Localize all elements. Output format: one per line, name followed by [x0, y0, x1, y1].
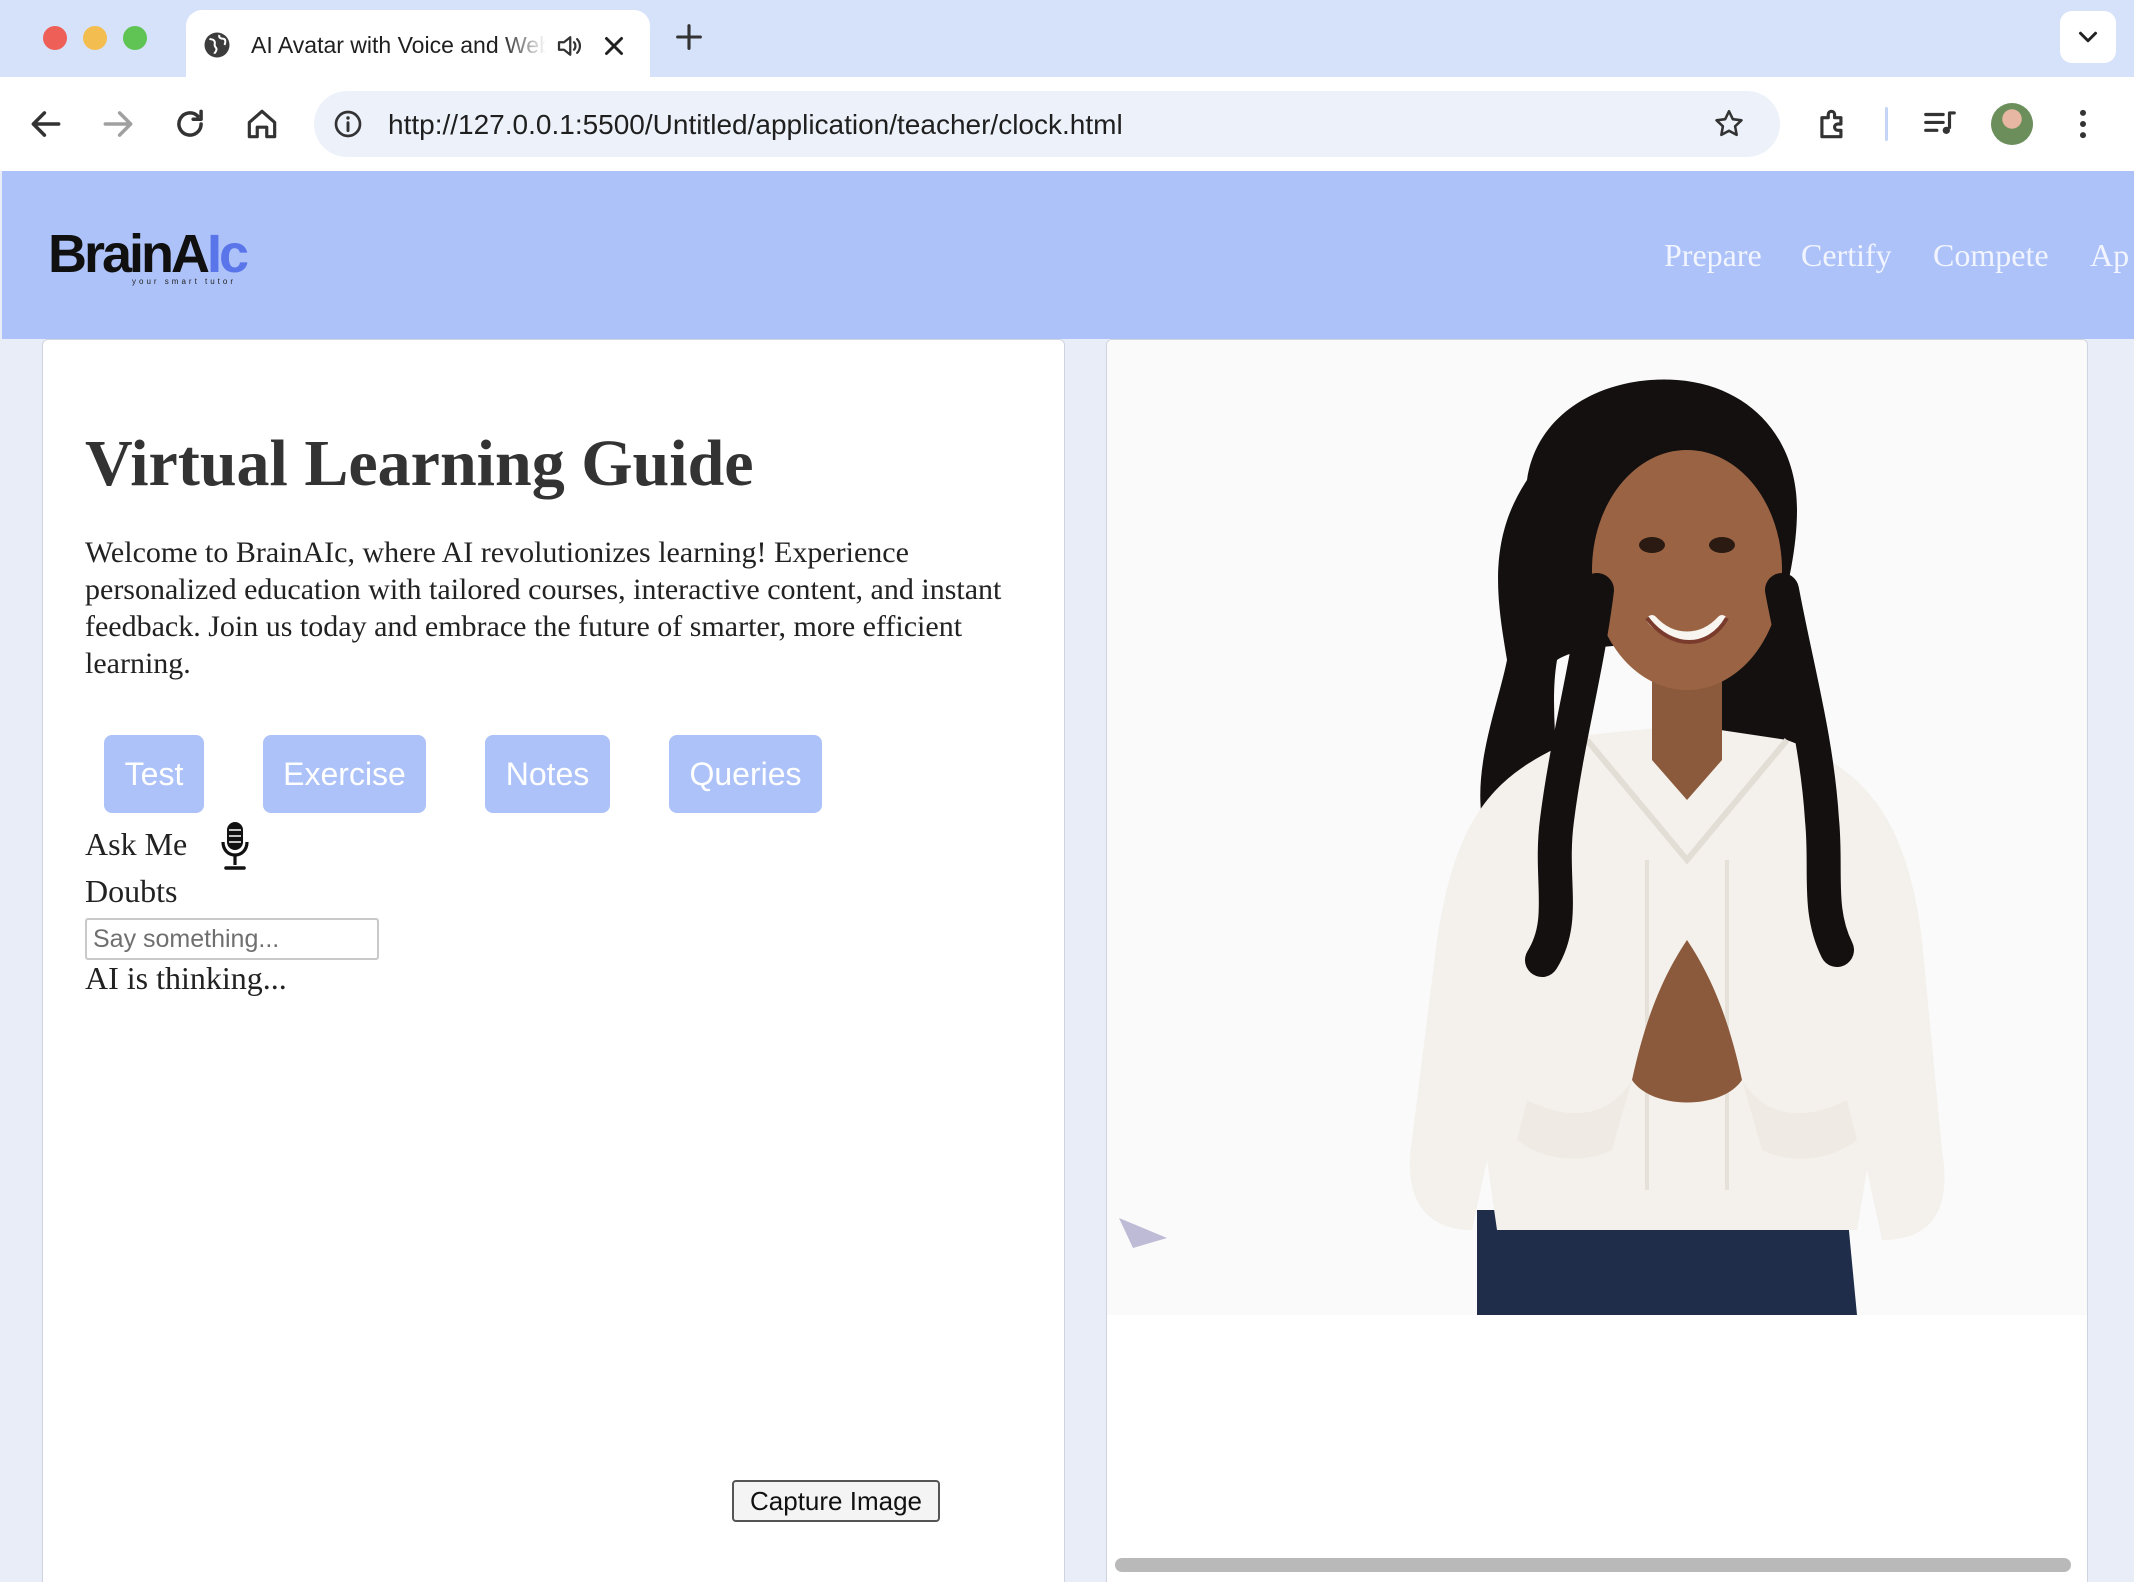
- bookmark-star-icon[interactable]: [1712, 107, 1746, 141]
- new-tab-icon[interactable]: [672, 20, 706, 54]
- close-tab-icon[interactable]: [599, 31, 629, 61]
- logo-text: BrainA: [48, 224, 210, 284]
- intro-text: Welcome to BrainAIc, where AI revolution…: [85, 536, 1002, 680]
- tab-search-button[interactable]: [2060, 11, 2116, 63]
- web-page: BrainAIc your smart tutor Prepare Certif…: [0, 171, 2134, 1582]
- nav-ap[interactable]: Ap: [2090, 237, 2129, 274]
- notes-button[interactable]: Notes: [485, 735, 610, 813]
- tab-title: AI Avatar with Voice and Web: [251, 32, 546, 58]
- forward-icon[interactable]: [99, 105, 137, 143]
- reload-icon[interactable]: [171, 105, 209, 143]
- audio-playing-icon[interactable]: [554, 31, 584, 61]
- nav-prepare[interactable]: Prepare: [1664, 237, 1762, 274]
- more-menu-icon[interactable]: [2064, 105, 2102, 143]
- window-close-control[interactable]: [43, 26, 67, 50]
- queries-button[interactable]: Queries: [669, 735, 822, 813]
- test-button[interactable]: Test: [104, 735, 204, 813]
- home-icon[interactable]: [243, 105, 281, 143]
- guide-panel: Virtual Learning Guide Welcome to BrainA…: [42, 339, 1065, 1582]
- brainaic-logo[interactable]: BrainAIc your smart tutor: [48, 223, 278, 293]
- back-icon[interactable]: [27, 105, 65, 143]
- logo-tagline: your smart tutor: [132, 277, 237, 286]
- profile-avatar[interactable]: [1991, 103, 2033, 145]
- capture-image-button[interactable]: Capture Image: [732, 1480, 940, 1522]
- nav-compete[interactable]: Compete: [1933, 237, 2049, 274]
- chevron-down-icon: [2079, 31, 2097, 43]
- logo-accent-text: Ic: [207, 224, 249, 284]
- ai-avatar-video: [1107, 340, 2087, 1315]
- page-title: Virtual Learning Guide: [85, 427, 754, 500]
- browser-tab-bar: AI Avatar with Voice and Web: [0, 0, 2134, 77]
- browser-tab[interactable]: AI Avatar with Voice and Web: [186, 10, 650, 77]
- window-zoom-control[interactable]: [123, 26, 147, 50]
- ai-status-text: AI is thinking...: [85, 960, 287, 996]
- window-minimize-control[interactable]: [83, 26, 107, 50]
- horizontal-scrollbar[interactable]: [1115, 1558, 2071, 1572]
- exercise-button[interactable]: Exercise: [263, 735, 426, 813]
- ask-me-label: Ask Me: [85, 826, 188, 862]
- logo-wordmark: BrainAIc: [48, 223, 249, 285]
- site-info-icon[interactable]: [332, 108, 364, 140]
- globe-icon: [204, 32, 230, 58]
- microphone-icon[interactable]: [219, 820, 251, 872]
- extensions-icon[interactable]: [1814, 105, 1852, 143]
- url-text: http://127.0.0.1:5500/Untitled/applicati…: [388, 109, 1123, 140]
- toolbar-separator: [1885, 107, 1888, 141]
- address-bar[interactable]: http://127.0.0.1:5500/Untitled/applicati…: [314, 91, 1780, 157]
- browser-toolbar: http://127.0.0.1:5500/Untitled/applicati…: [0, 77, 2134, 171]
- site-header: BrainAIc your smart tutor Prepare Certif…: [2, 171, 2134, 339]
- media-controls-icon[interactable]: [1921, 105, 1959, 143]
- nav-certify[interactable]: Certify: [1801, 237, 1892, 274]
- avatar-panel: [1106, 339, 2088, 1582]
- doubts-label: Doubts: [85, 873, 178, 909]
- speech-text-input[interactable]: [85, 918, 379, 960]
